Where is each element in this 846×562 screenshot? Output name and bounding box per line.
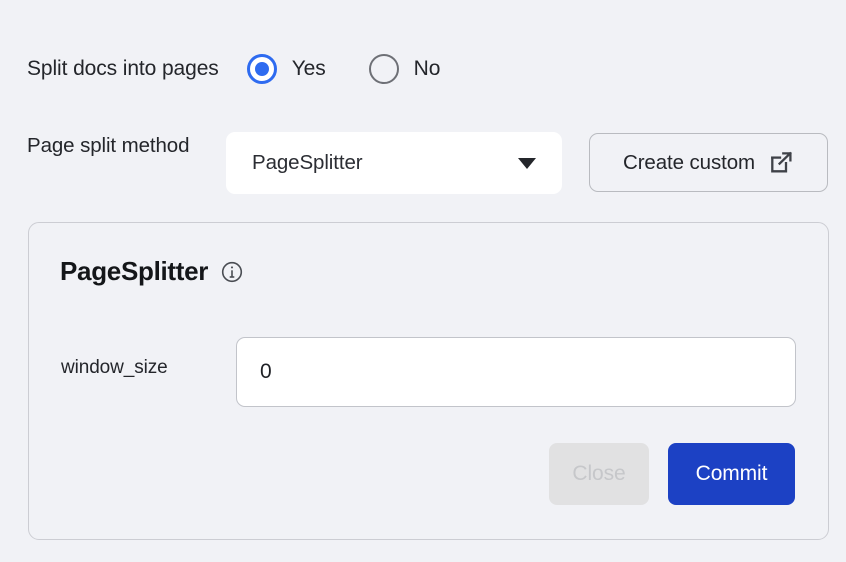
page-split-method-selected-value: PageSplitter <box>252 151 363 174</box>
radio-option-no[interactable]: No <box>368 54 441 84</box>
create-custom-label: Create custom <box>622 150 755 174</box>
page-split-method-label: Page split method <box>27 134 190 157</box>
split-docs-label: Split docs into pages <box>27 57 219 80</box>
external-link-icon <box>769 150 794 175</box>
commit-button[interactable]: Commit <box>668 443 795 505</box>
window-size-field-row: window_size <box>29 331 830 407</box>
radio-no-label: No <box>413 57 441 80</box>
radio-no-icon[interactable] <box>368 54 399 84</box>
window-size-label: window_size <box>61 357 168 378</box>
close-button[interactable]: Close <box>549 443 649 505</box>
split-docs-row: Split docs into pages Yes No <box>0 40 846 98</box>
radio-option-yes[interactable]: Yes <box>246 54 326 84</box>
card-actions: Close Commit <box>549 443 795 505</box>
create-custom-button[interactable]: Create custom <box>589 133 828 192</box>
page-split-method-select[interactable]: PageSplitter <box>226 132 562 194</box>
page-split-method-row: Page split method PageSplitter Create cu… <box>0 128 846 198</box>
info-icon[interactable] <box>221 261 243 283</box>
card-title: PageSplitter <box>60 256 209 286</box>
page-splitter-config-card: PageSplitter window_size Close Commit <box>28 222 829 540</box>
window-size-input[interactable] <box>236 337 796 407</box>
split-docs-radio-group: Yes No <box>246 54 441 84</box>
chevron-down-icon <box>518 157 536 169</box>
card-title-row: PageSplitter <box>60 256 243 287</box>
radio-yes-label: Yes <box>291 57 326 80</box>
radio-yes-icon[interactable] <box>246 54 277 84</box>
